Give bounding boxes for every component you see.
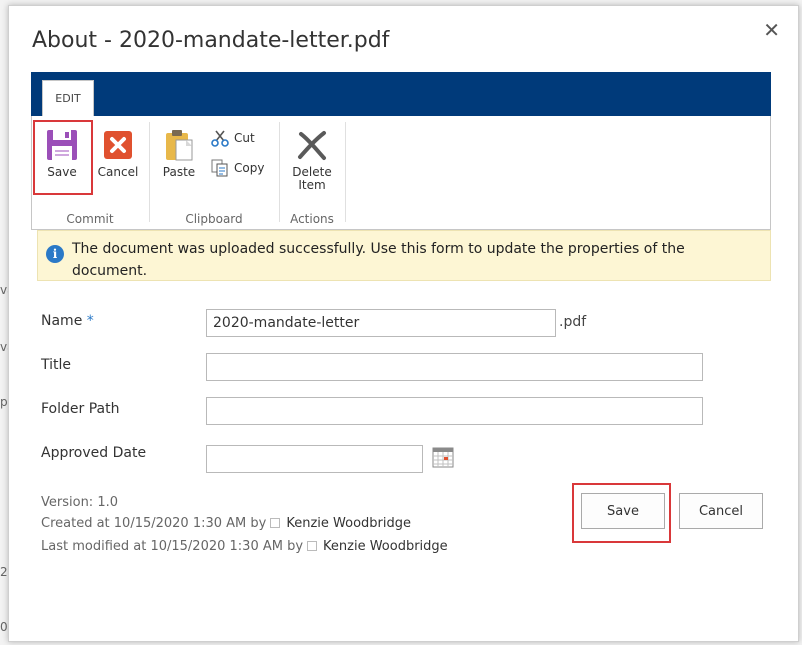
ribbon-group-actions: Delete Item Actions [280, 122, 344, 228]
created-prefix: Created at 10/15/2020 1:30 AM by [41, 516, 267, 531]
presence-icon [307, 541, 318, 551]
group-label-commit: Commit [66, 212, 114, 226]
presence-icon [270, 518, 281, 528]
tab-edit[interactable]: EDIT [42, 80, 94, 116]
paste-icon [166, 130, 193, 161]
cut-icon [211, 130, 229, 147]
copy-icon [211, 159, 228, 177]
created-info: Created at 10/15/2020 1:30 AM by Kenzie W… [41, 516, 411, 531]
title-field[interactable] [206, 353, 703, 381]
folder-path-label: Folder Path [41, 401, 120, 417]
name-field[interactable] [206, 309, 556, 337]
delete-icon [298, 131, 326, 160]
cancel-icon [104, 131, 132, 159]
modified-prefix: Last modified at 10/15/2020 1:30 AM by [41, 539, 304, 554]
status-message: i The document was uploaded successfully… [37, 230, 771, 281]
background-fragment: 0 [0, 620, 8, 634]
folder-path-field[interactable] [206, 397, 703, 425]
ribbon-paste-label: Paste [162, 165, 196, 179]
cancel-button[interactable]: Cancel [679, 493, 763, 529]
ribbon-delete-item-button[interactable]: Delete Item [284, 122, 340, 196]
ribbon-body: Save Cancel Commit Paste Cut Copy Clipbo… [31, 116, 771, 230]
name-label-text: Name [41, 313, 83, 329]
save-highlight-box [33, 120, 93, 195]
close-icon[interactable]: ✕ [763, 20, 780, 40]
background-fragment: 2 [0, 565, 8, 579]
ribbon-cut-label: Cut [234, 131, 255, 145]
title-label: Title [41, 357, 72, 373]
modified-by-link[interactable]: Kenzie Woodbridge [323, 539, 448, 554]
background-fragment: p [0, 395, 8, 409]
created-by-link[interactable]: Kenzie Woodbridge [286, 516, 411, 531]
save-button-highlight-box [572, 483, 671, 543]
ribbon-cancel-label: Cancel [97, 165, 139, 179]
ribbon-group-clipboard: Paste Cut Copy Clipboard [150, 122, 278, 228]
approved-date-field[interactable] [206, 445, 423, 473]
info-icon: i [46, 245, 64, 263]
ribbon-paste-button[interactable]: Paste [154, 122, 204, 196]
ribbon-delete-label-line2: Item [298, 178, 326, 192]
required-mark: * [86, 313, 94, 329]
group-label-clipboard: Clipboard [185, 212, 243, 226]
status-message-text: The document was uploaded successfully. … [72, 241, 685, 279]
group-label-actions: Actions [290, 212, 334, 226]
name-label: Name * [41, 313, 94, 329]
about-dialog: About - 2020-mandate-letter.pdf ✕ EDIT S… [8, 5, 799, 642]
group-separator [345, 122, 346, 222]
file-extension: .pdf [559, 314, 587, 330]
version-info: Version: 1.0 [41, 495, 118, 510]
ribbon-cancel-button[interactable]: Cancel [90, 122, 146, 196]
approved-date-label: Approved Date [41, 445, 147, 461]
ribbon-copy-button[interactable]: Copy [210, 157, 264, 179]
ribbon-cut-button[interactable]: Cut [210, 127, 255, 149]
modified-info: Last modified at 10/15/2020 1:30 AM by Ke… [41, 539, 448, 554]
ribbon-bar: EDIT [31, 72, 771, 116]
dialog-title: About - 2020-mandate-letter.pdf [32, 28, 390, 53]
calendar-icon[interactable] [432, 446, 454, 468]
ribbon-copy-label: Copy [234, 161, 265, 175]
